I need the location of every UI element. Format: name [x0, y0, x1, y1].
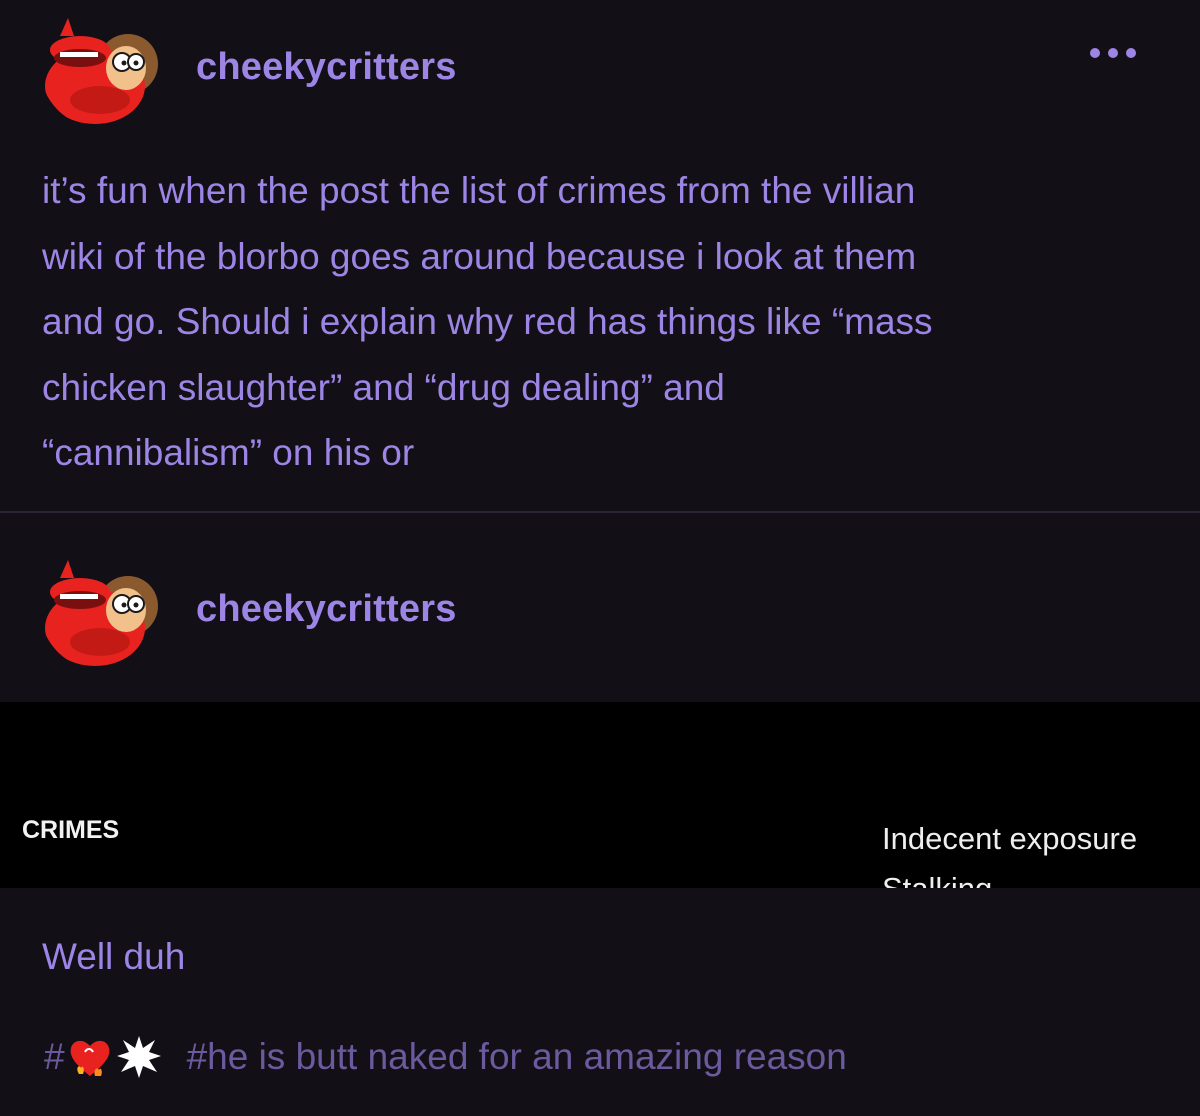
more-options-icon: [1108, 48, 1118, 58]
crime-item: Indecent exposure: [882, 821, 1138, 856]
hash-symbol: #: [44, 1036, 65, 1077]
cartoon-devil-avatar-icon: [40, 6, 162, 128]
tag-link[interactable]: #he is butt naked for an amazing reason: [187, 1036, 847, 1078]
reblog-text: Well duh: [42, 936, 186, 977]
crimes-list: Indecent exposure Stalking: [882, 814, 1137, 888]
reblog-header: cheekycritters: [40, 548, 457, 670]
emoji-tag[interactable]: #: [44, 1034, 163, 1080]
cartoon-devil-avatar-icon: [40, 548, 162, 670]
post-body-line: wiki of the blorbo goes around because i…: [42, 235, 917, 277]
avatar[interactable]: [40, 548, 162, 670]
username[interactable]: cheekycritters: [196, 588, 457, 631]
post-body-line: it’s fun when the post the list of crime…: [42, 170, 916, 211]
post-body-line: “cannibalism” on his or: [42, 432, 415, 473]
explosion-icon: [116, 1036, 161, 1078]
post-body-line: and go. Should i explain why red has thi…: [42, 301, 933, 342]
more-options-icon: [1126, 48, 1136, 58]
post-header: cheekycritters: [40, 6, 457, 128]
more-options-icon: [1090, 48, 1100, 58]
post-body-line: chicken slaughter” and “drug dealing” an…: [42, 366, 725, 408]
username[interactable]: cheekycritters: [196, 46, 457, 89]
tumblr-post: cheekycritters it’s fun when the post th…: [0, 0, 1200, 1116]
tags: # #he is butt naked for an amazing reaso…: [44, 1034, 847, 1080]
burning-heart-icon: [70, 1040, 109, 1076]
post-body: it’s fun when the post the list of crime…: [42, 158, 1162, 486]
avatar[interactable]: [40, 6, 162, 128]
crime-item: Stalking: [882, 864, 1137, 888]
divider: [0, 511, 1200, 513]
more-options-button[interactable]: [1090, 48, 1136, 58]
crimes-label: CRIMES: [22, 816, 120, 844]
embedded-image[interactable]: CRIMES Indecent exposure Stalking: [0, 702, 1200, 888]
